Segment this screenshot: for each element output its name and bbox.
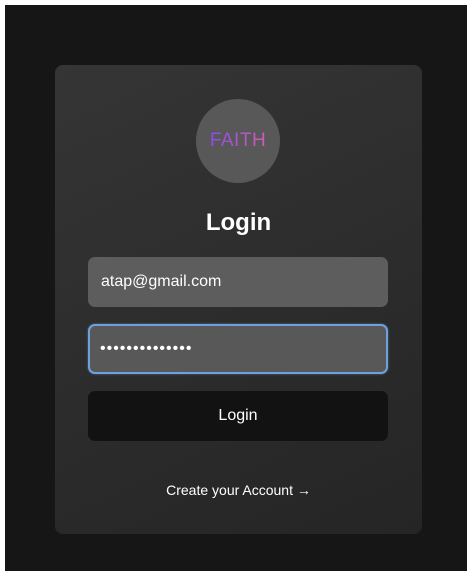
avatar-text: FAITH	[209, 130, 267, 151]
login-button[interactable]: Login	[88, 391, 388, 441]
create-account-link[interactable]: Create your Account →	[55, 482, 422, 498]
login-card: FAITH Login Login Create your Account →	[55, 65, 422, 534]
email-field[interactable]	[88, 257, 388, 307]
login-title: Login	[205, 209, 272, 236]
password-field[interactable]	[88, 324, 388, 374]
avatar: FAITH	[196, 99, 280, 183]
